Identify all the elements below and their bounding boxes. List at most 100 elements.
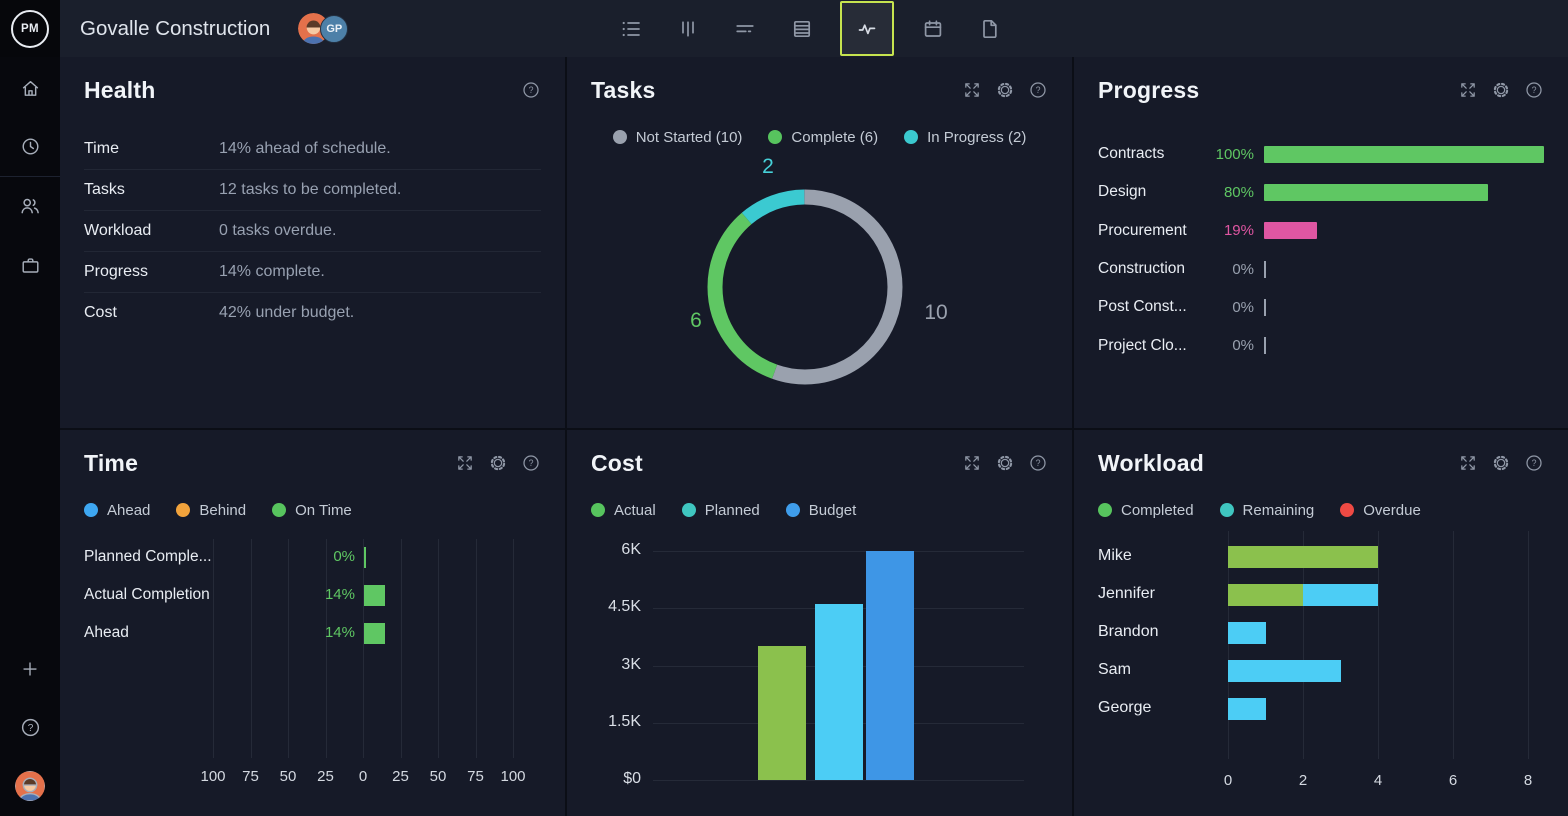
- app-logo[interactable]: PM: [0, 0, 60, 57]
- add-plus-icon[interactable]: [0, 647, 60, 691]
- files-view-button[interactable]: [971, 10, 1008, 47]
- y-axis-tick-label: $0: [623, 770, 641, 787]
- health-row-label: Progress: [84, 263, 149, 280]
- panel-title-time: Time: [84, 449, 139, 476]
- health-row-value: 12 tasks to be completed.: [219, 181, 402, 198]
- progress-zero-tick: [1264, 337, 1266, 355]
- gridline: [438, 539, 439, 758]
- gridline: [363, 539, 364, 758]
- expand-icon[interactable]: [962, 80, 982, 100]
- legend-dot-icon: [904, 130, 919, 144]
- gridline: [325, 539, 327, 758]
- legend-dot-icon: [1340, 503, 1355, 517]
- legend-item: Actual: [591, 502, 656, 519]
- dashboard-view-button[interactable]: [840, 1, 894, 56]
- y-axis-tick-label: 1.5K: [608, 712, 641, 730]
- legend-dot-icon: [768, 130, 783, 144]
- cost-legend: Actual Planned Budget: [591, 500, 1048, 520]
- y-axis-tick-label: 3K: [621, 655, 641, 673]
- y-axis-tick-label: 6K: [621, 541, 641, 558]
- time-bars-chart: Planned Comple... 0% Actual Completion 14% A…: [84, 526, 541, 785]
- legend-label: Behind: [199, 501, 247, 519]
- time-legend: Ahead Behind On Time: [84, 500, 541, 520]
- expand-icon[interactable]: [1458, 80, 1478, 100]
- workload-row-label: Brandon: [1098, 623, 1159, 640]
- svg-text:?: ?: [529, 458, 534, 468]
- settings-gear-icon[interactable]: [488, 453, 508, 473]
- progress-bar-track: [1264, 260, 1544, 278]
- workload-bar-segment: [1228, 584, 1303, 606]
- expand-icon[interactable]: [1458, 453, 1478, 473]
- pm-logo-icon: PM: [11, 9, 49, 48]
- workload-bars-chart: 0 2 4 6 8 Mike Jennifer Brandon Sam George: [1098, 528, 1544, 800]
- legend-item: Completed: [1098, 502, 1194, 519]
- member-avatar-badge[interactable]: GP: [320, 14, 349, 43]
- team-icon[interactable]: [0, 184, 60, 228]
- board-view-button[interactable]: [669, 10, 706, 47]
- time-bar: [363, 585, 385, 606]
- x-axis-tick-label: 100: [500, 768, 526, 785]
- settings-gear-icon[interactable]: [995, 453, 1015, 473]
- svg-text:?: ?: [27, 723, 33, 734]
- gridline: [1453, 531, 1454, 759]
- tasks-legend: Not Started (10) Complete (6) In Progress …: [591, 127, 1048, 147]
- time-panel: Time ? Ahead Behind On Time Planned Comple…: [60, 430, 565, 816]
- legend-label: Planned: [704, 501, 760, 519]
- settings-gear-icon[interactable]: [1491, 453, 1511, 473]
- legend-label: Completed: [1121, 501, 1194, 519]
- help-icon[interactable]: ?: [1028, 80, 1048, 100]
- help-icon[interactable]: ?: [521, 453, 541, 473]
- health-rows: Time 14% ahead of schedule. Tasks 12 tas…: [84, 129, 541, 333]
- expand-icon[interactable]: [962, 453, 982, 473]
- progress-row-label: Procurement: [1098, 221, 1187, 239]
- legend-dot-icon: [785, 503, 800, 517]
- health-row-label: Workload: [84, 222, 152, 239]
- help-icon[interactable]: ?: [0, 705, 60, 749]
- legend-item: Budget: [785, 502, 856, 519]
- panel-title-tasks: Tasks: [591, 76, 656, 103]
- panel-title-workload: Workload: [1098, 449, 1204, 476]
- help-icon[interactable]: ?: [521, 80, 541, 100]
- progress-bar: [1264, 222, 1318, 240]
- list-view-button[interactable]: [612, 10, 649, 47]
- legend-label: On Time: [295, 501, 352, 519]
- progress-row: Project Clo... 0%: [1098, 326, 1544, 364]
- panel-title-progress: Progress: [1098, 76, 1200, 103]
- panel-title-health: Health: [84, 76, 156, 103]
- workload-bar-segment: [1303, 584, 1378, 606]
- panel-title-cost: Cost: [591, 449, 643, 476]
- time-row-label: Actual Completion: [84, 586, 210, 603]
- progress-bar: [1264, 145, 1544, 163]
- progress-row: Post Const... 0%: [1098, 288, 1544, 326]
- help-icon[interactable]: ?: [1524, 453, 1544, 473]
- legend-label: Remaining: [1242, 501, 1315, 519]
- time-clock-icon[interactable]: [0, 124, 60, 168]
- sheet-view-button[interactable]: [783, 10, 820, 47]
- help-icon[interactable]: ?: [1028, 453, 1048, 473]
- user-avatar[interactable]: [0, 764, 60, 808]
- cost-bars-chart: 6K 4.5K 3K 1.5K $0: [591, 528, 1048, 800]
- settings-gear-icon[interactable]: [1491, 80, 1511, 100]
- gantt-view-button[interactable]: [726, 10, 763, 47]
- x-axis-tick-label: 4: [1373, 772, 1383, 789]
- donut-value-label: 10: [924, 301, 948, 324]
- progress-row-label: Construction: [1098, 260, 1186, 278]
- portfolio-briefcase-icon[interactable]: [0, 243, 60, 287]
- project-title: Govalle Construction: [80, 16, 271, 40]
- legend-label: In Progress (2): [927, 128, 1027, 146]
- sidebar-divider: [0, 176, 60, 177]
- svg-text:?: ?: [529, 85, 534, 95]
- help-icon[interactable]: ?: [1524, 80, 1544, 100]
- donut-value-label: 2: [762, 155, 774, 178]
- expand-icon[interactable]: [455, 453, 475, 473]
- progress-bar-track: [1264, 145, 1544, 163]
- settings-gear-icon[interactable]: [995, 80, 1015, 100]
- progress-row-percent: 0%: [1232, 298, 1254, 316]
- x-axis-tick-label: 2: [1298, 772, 1308, 789]
- cost-panel: Cost ? Actual Planned Budget 6K 4.5K 3K 1.5K $…: [567, 430, 1072, 816]
- home-icon[interactable]: [0, 66, 60, 110]
- progress-row: Procurement 19%: [1098, 212, 1544, 250]
- calendar-view-button[interactable]: [914, 10, 951, 47]
- gridline: [250, 539, 252, 758]
- project-members[interactable]: GP: [298, 13, 349, 44]
